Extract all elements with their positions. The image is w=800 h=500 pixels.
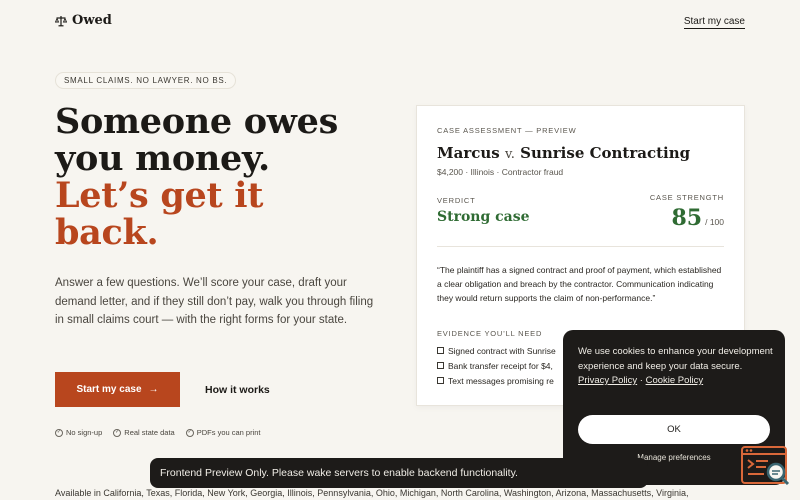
versus: v.	[504, 147, 515, 162]
plaintiff-name: Marcus	[437, 144, 500, 162]
start-case-label: Start my case	[76, 384, 142, 395]
arrow-right-icon: →	[148, 384, 159, 395]
evidence-text: Signed contract with Sunrise	[448, 345, 556, 356]
logo-text: Owed	[72, 13, 112, 28]
cookie-ok-button[interactable]: OK	[578, 415, 770, 444]
evidence-text: Text messages promising re	[448, 375, 554, 386]
feature-label: PDFs you can print	[196, 428, 261, 437]
evidence-item: Text messages promising re	[437, 373, 556, 388]
check-circle-icon: ✓	[55, 428, 63, 437]
defendant-name: Sunrise Contracting	[520, 144, 691, 162]
feature-label: No sign-up	[66, 428, 103, 437]
privacy-policy-link[interactable]: Privacy Policy	[578, 375, 637, 386]
feature-list: ✓ No sign-up ✓ Real state data ✓ PDFs yo…	[55, 428, 261, 437]
logo[interactable]: Owed	[55, 13, 112, 28]
check-circle-icon: ✓	[185, 428, 194, 437]
feature-item: ✓ PDFs you can print	[185, 428, 261, 437]
case-strength: 85 / 100	[671, 205, 724, 231]
checkbox-icon	[437, 347, 444, 354]
evidence-list: Signed contract with Sunrise Bank transf…	[437, 343, 556, 388]
cookie-policy-link[interactable]: Cookie Policy	[646, 375, 704, 386]
checkbox-icon	[437, 362, 444, 369]
headline-line-3: Let’s get it	[55, 175, 264, 216]
evidence-text: Bank transfer receipt for $4,	[448, 360, 553, 371]
assessment-quote: “The plaintiff has a signed contract and…	[437, 265, 722, 303]
dev-console-icon[interactable]	[740, 444, 792, 488]
checkbox-icon	[437, 377, 444, 384]
headline-line-2: you money.	[55, 138, 270, 179]
evidence-label: EVIDENCE YOU’LL NEED	[437, 329, 543, 338]
cookie-text: We use cookies to enhance your developme…	[578, 346, 773, 372]
case-strength-max: / 100	[705, 217, 724, 227]
hero-tag: SMALL CLAIMS. NO LAWYER. NO BS.	[55, 72, 237, 89]
hero-description: Answer a few questions. We’ll score your…	[55, 277, 374, 326]
cookie-message: We use cookies to enhance your developme…	[578, 345, 773, 389]
start-case-button[interactable]: Start my case →	[55, 372, 180, 407]
case-title: Marcus v. Sunrise Contracting	[437, 144, 690, 162]
how-it-works-link[interactable]: How it works	[205, 384, 270, 396]
link-separator: ·	[639, 375, 643, 386]
header-start-case-link[interactable]: Start my case	[683, 16, 745, 29]
evidence-item: Bank transfer receipt for $4,	[437, 358, 556, 373]
toast-text: Frontend Preview Only. Please wake serve…	[160, 467, 518, 479]
evidence-item: Signed contract with Sunrise	[437, 343, 556, 358]
check-circle-icon: ✓	[113, 428, 122, 437]
divider	[437, 246, 724, 247]
headline-line-1: Someone owes	[55, 101, 339, 142]
case-meta: $4,200 · Illinois · Contractor fraud	[437, 167, 564, 177]
verdict-label: VERDICT	[437, 196, 476, 205]
case-strength-label: CASE STRENGTH	[649, 193, 724, 202]
preview-toast: Frontend Preview Only. Please wake serve…	[150, 458, 648, 488]
feature-item: ✓ Real state data	[113, 428, 175, 437]
feature-item: ✓ No sign-up	[55, 428, 102, 437]
hero-headline: Someone owes you money. Let’s get it bac…	[55, 103, 415, 251]
card-eyebrow: CASE ASSESSMENT — PREVIEW	[437, 126, 577, 135]
case-strength-score: 85	[671, 205, 703, 231]
feature-label: Real state data	[124, 428, 175, 437]
available-states: Available in California, Texas, Florida,…	[55, 488, 689, 498]
verdict-value: Strong case	[437, 209, 530, 225]
headline-line-4: back.	[55, 212, 159, 253]
scales-icon	[55, 15, 67, 26]
